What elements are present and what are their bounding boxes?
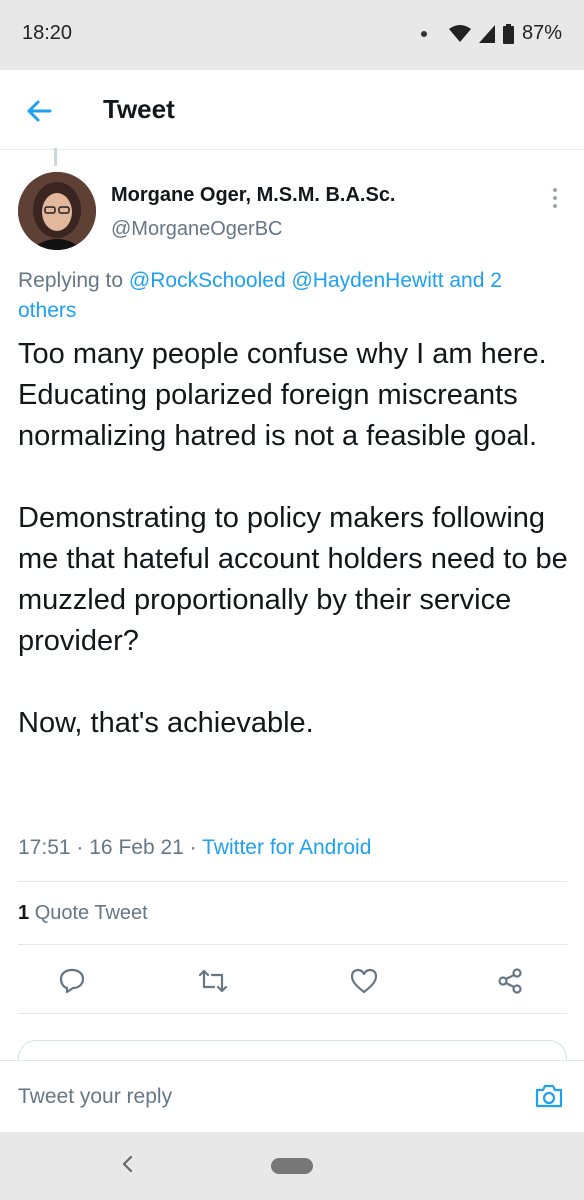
retweet-icon xyxy=(198,969,228,993)
back-arrow-icon xyxy=(27,100,52,122)
more-dot-icon xyxy=(553,196,557,200)
client-link[interactable]: Twitter for Android xyxy=(202,836,371,859)
chevron-left-icon xyxy=(122,1155,133,1173)
signal-icon xyxy=(478,24,495,43)
system-nav-bar xyxy=(0,1132,584,1200)
thread-connector xyxy=(54,148,57,166)
quote-tweets-stat[interactable]: 1 Quote Tweet xyxy=(18,902,148,925)
tweet-paragraph: Too many people confuse why I am here. E… xyxy=(18,338,547,452)
app-bar: Tweet xyxy=(0,70,584,150)
reply-icon xyxy=(59,968,85,994)
tweet-time: 17:51 xyxy=(18,836,71,859)
nav-home-pill[interactable] xyxy=(271,1158,313,1174)
more-dot-icon xyxy=(553,188,557,192)
tweet-text: Too many people confuse why I am here. E… xyxy=(18,334,573,744)
mention-link[interactable]: @HaydenHewitt xyxy=(291,269,443,292)
separator: · xyxy=(76,836,84,859)
camera-icon xyxy=(535,1084,563,1108)
tweet-paragraph: Demonstrating to policy makers following… xyxy=(18,502,568,657)
quote-label: Quote Tweet xyxy=(34,902,148,924)
replying-to-prefix: Replying to xyxy=(18,269,124,292)
back-button[interactable] xyxy=(18,90,60,132)
status-time: 18:20 xyxy=(22,22,73,44)
author-name[interactable]: Morgane Oger, M.S.M. B.A.Sc. xyxy=(111,184,396,207)
author-handle[interactable]: @MorganeOgerBC xyxy=(111,218,282,241)
avatar[interactable] xyxy=(18,172,96,250)
more-dot-icon xyxy=(553,204,557,208)
tweet-date: 16 Feb 21 xyxy=(89,836,184,859)
battery-percent: 87% xyxy=(521,22,562,44)
tweet-meta: 17:51 · 16 Feb 21 · Twitter for Android xyxy=(18,836,371,860)
camera-button[interactable] xyxy=(532,1079,566,1113)
wifi-icon xyxy=(448,24,471,42)
action-bar xyxy=(18,955,567,1005)
avatar-image xyxy=(18,172,96,250)
reply-button[interactable] xyxy=(54,963,90,999)
status-bar: 18:20 87% xyxy=(0,0,584,70)
tweet-paragraph: Now, that's achievable. xyxy=(18,707,314,739)
notification-dot-icon xyxy=(420,30,427,37)
retweet-button[interactable] xyxy=(195,963,231,999)
separator: · xyxy=(189,836,197,859)
mention-link[interactable]: @RockSchooled xyxy=(129,269,286,292)
divider xyxy=(18,944,567,945)
status-icons: 87% xyxy=(420,22,562,45)
share-button[interactable] xyxy=(492,963,528,999)
replying-to: Replying to @RockSchooled @HaydenHewitt … xyxy=(18,266,563,326)
share-icon xyxy=(498,968,522,994)
reply-input[interactable]: Tweet your reply xyxy=(18,1085,172,1109)
nav-back-button[interactable] xyxy=(115,1152,139,1176)
like-icon xyxy=(350,968,378,994)
more-options-button[interactable] xyxy=(540,180,570,216)
divider xyxy=(18,881,567,882)
like-button[interactable] xyxy=(346,963,382,999)
quote-count: 1 xyxy=(18,902,30,924)
page-title: Tweet xyxy=(103,94,175,124)
battery-icon xyxy=(502,23,514,44)
divider xyxy=(18,1013,567,1014)
reply-bar: Tweet your reply xyxy=(0,1060,584,1134)
